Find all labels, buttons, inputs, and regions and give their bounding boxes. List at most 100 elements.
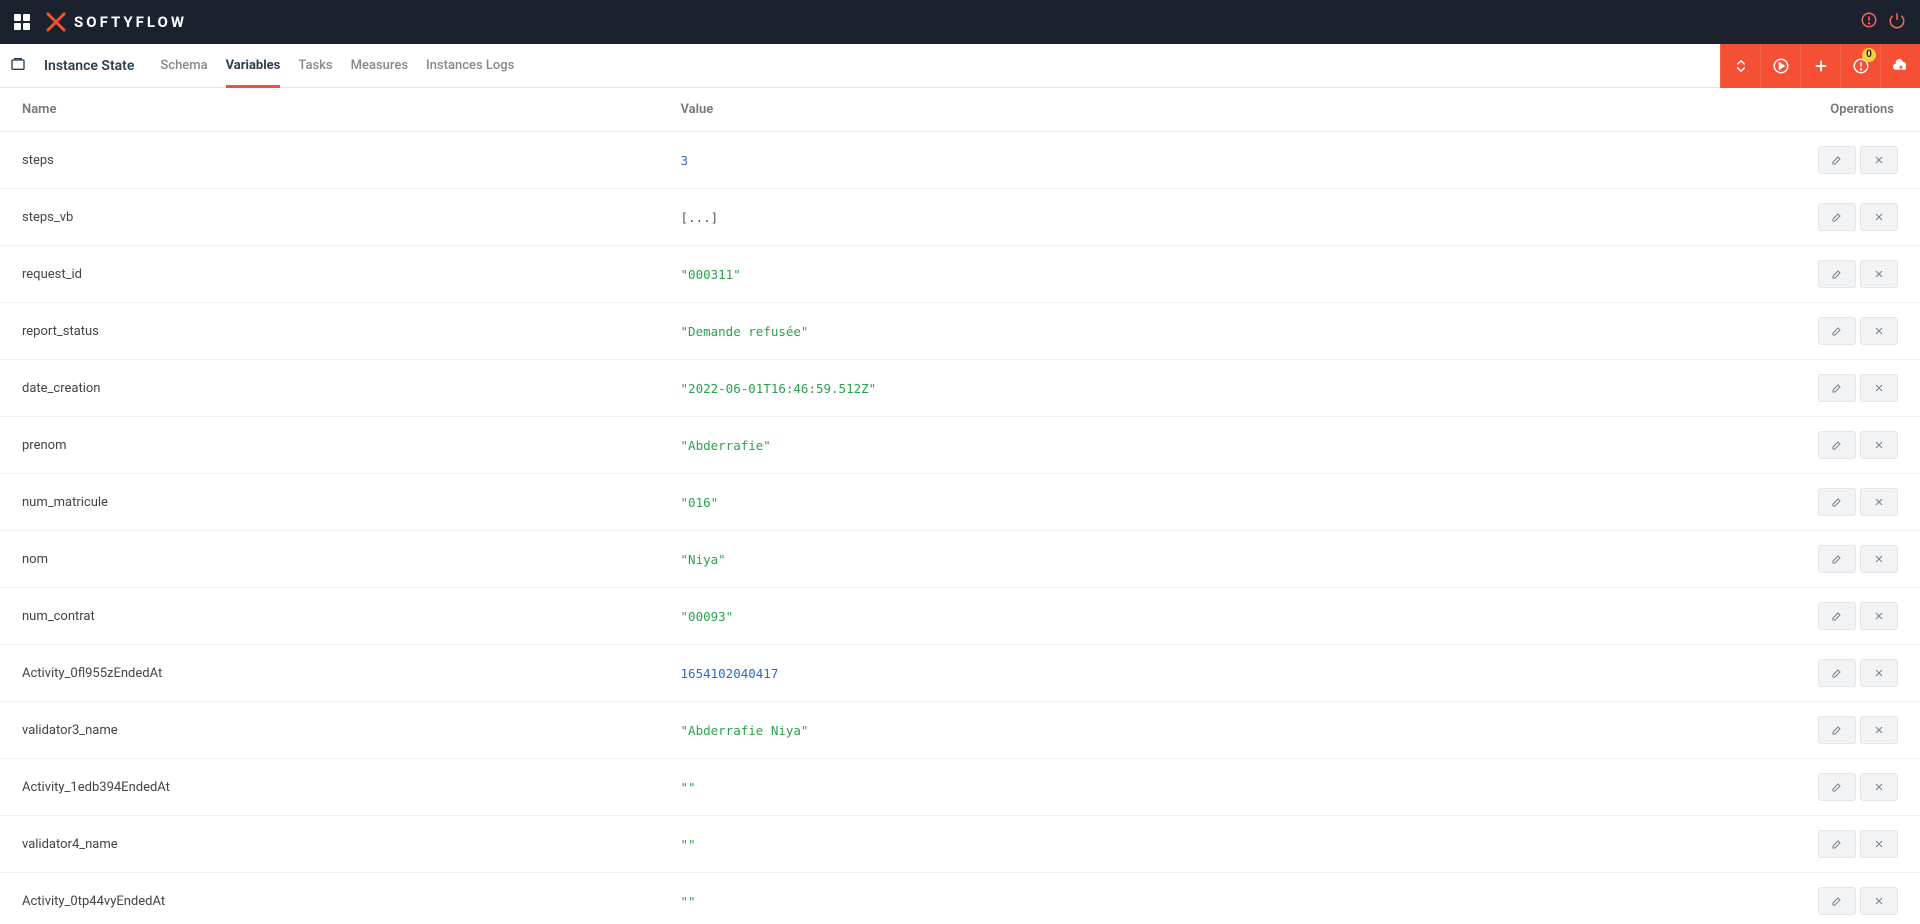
actionbar: 0	[1720, 44, 1920, 88]
variable-value: 1654102040417	[659, 645, 1481, 702]
edit-button[interactable]	[1818, 887, 1856, 915]
secondbar: Instance State Schema Variables Tasks Me…	[0, 44, 1920, 88]
errors-button[interactable]: 0	[1840, 44, 1880, 88]
tab-schema[interactable]: Schema	[160, 44, 207, 87]
add-button[interactable]	[1800, 44, 1840, 88]
variable-name: Activity_0fl955zEndedAt	[0, 645, 659, 702]
table-row: request_id"000311"	[0, 246, 1920, 303]
variable-name: report_status	[0, 303, 659, 360]
variable-name: num_matricule	[0, 474, 659, 531]
page-title: Instance State	[44, 58, 134, 74]
table-row: prenom"Abderrafie"	[0, 417, 1920, 474]
delete-button[interactable]	[1860, 602, 1898, 630]
edit-button[interactable]	[1818, 317, 1856, 345]
instance-icon	[10, 56, 26, 76]
variable-name: request_id	[0, 246, 659, 303]
variable-name: steps	[0, 132, 659, 189]
edit-button[interactable]	[1818, 203, 1856, 231]
edit-button[interactable]	[1818, 545, 1856, 573]
variable-value: [...]	[659, 189, 1481, 246]
tabs: Schema Variables Tasks Measures Instance…	[160, 44, 514, 87]
row-operations	[1481, 474, 1920, 531]
edit-button[interactable]	[1818, 830, 1856, 858]
delete-button[interactable]	[1860, 146, 1898, 174]
delete-button[interactable]	[1860, 488, 1898, 516]
edit-button[interactable]	[1818, 260, 1856, 288]
variable-name: nom	[0, 531, 659, 588]
edit-button[interactable]	[1818, 488, 1856, 516]
edit-button[interactable]	[1818, 602, 1856, 630]
errors-badge: 0	[1862, 48, 1876, 62]
variable-name: steps_vb	[0, 189, 659, 246]
variable-name: Activity_0tp44vyEndedAt	[0, 873, 659, 924]
topbar: SOFTYFLOW	[0, 0, 1920, 44]
row-operations	[1481, 189, 1920, 246]
delete-button[interactable]	[1860, 887, 1898, 915]
table-row: steps3	[0, 132, 1920, 189]
tab-tasks[interactable]: Tasks	[298, 44, 332, 87]
tab-measures[interactable]: Measures	[351, 44, 408, 87]
variable-name: validator4_name	[0, 816, 659, 873]
edit-button[interactable]	[1818, 773, 1856, 801]
delete-button[interactable]	[1860, 374, 1898, 402]
variable-value: ""	[659, 816, 1481, 873]
table-row: steps_vb[...]	[0, 189, 1920, 246]
alert-icon[interactable]	[1860, 11, 1878, 33]
tab-instances-logs[interactable]: Instances Logs	[426, 44, 514, 87]
cloud-upload-button[interactable]	[1880, 44, 1920, 88]
logo[interactable]: SOFTYFLOW	[44, 10, 187, 34]
variable-value: "000311"	[659, 246, 1481, 303]
variable-name: Activity_1edb394EndedAt	[0, 759, 659, 816]
topbar-right	[1860, 11, 1906, 33]
variable-value: "Niya"	[659, 531, 1481, 588]
sort-button[interactable]	[1720, 44, 1760, 88]
delete-button[interactable]	[1860, 317, 1898, 345]
row-operations	[1481, 816, 1920, 873]
variable-value: "2022-06-01T16:46:59.512Z"	[659, 360, 1481, 417]
tab-variables[interactable]: Variables	[226, 44, 281, 87]
variable-value: "Demande refusée"	[659, 303, 1481, 360]
delete-button[interactable]	[1860, 830, 1898, 858]
row-operations	[1481, 759, 1920, 816]
row-operations	[1481, 531, 1920, 588]
table-row: Activity_1edb394EndedAt""	[0, 759, 1920, 816]
delete-button[interactable]	[1860, 545, 1898, 573]
delete-button[interactable]	[1860, 203, 1898, 231]
edit-button[interactable]	[1818, 431, 1856, 459]
table-row: Activity_0fl955zEndedAt1654102040417	[0, 645, 1920, 702]
variable-value: "Abderrafie"	[659, 417, 1481, 474]
logo-x-icon	[44, 10, 68, 34]
variable-value: 3	[659, 132, 1481, 189]
table-row: nom"Niya"	[0, 531, 1920, 588]
col-operations: Operations	[1481, 88, 1920, 132]
row-operations	[1481, 417, 1920, 474]
variable-name: prenom	[0, 417, 659, 474]
row-operations	[1481, 246, 1920, 303]
edit-button[interactable]	[1818, 146, 1856, 174]
content-scroll[interactable]: Name Value Operations steps3steps_vb[...…	[0, 88, 1920, 924]
table-row: num_contrat"00093"	[0, 588, 1920, 645]
table-row: num_matricule"016"	[0, 474, 1920, 531]
variable-value: "016"	[659, 474, 1481, 531]
table-row: validator3_name"Abderrafie Niya"	[0, 702, 1920, 759]
variable-value: "Abderrafie Niya"	[659, 702, 1481, 759]
delete-button[interactable]	[1860, 659, 1898, 687]
delete-button[interactable]	[1860, 716, 1898, 744]
table-row: validator4_name""	[0, 816, 1920, 873]
edit-button[interactable]	[1818, 374, 1856, 402]
delete-button[interactable]	[1860, 773, 1898, 801]
col-name: Name	[0, 88, 659, 132]
variable-name: num_contrat	[0, 588, 659, 645]
apps-grid-icon[interactable]	[14, 14, 30, 30]
edit-button[interactable]	[1818, 659, 1856, 687]
secondbar-left: Instance State Schema Variables Tasks Me…	[10, 44, 514, 87]
delete-button[interactable]	[1860, 260, 1898, 288]
edit-button[interactable]	[1818, 716, 1856, 744]
play-button[interactable]	[1760, 44, 1800, 88]
row-operations	[1481, 702, 1920, 759]
delete-button[interactable]	[1860, 431, 1898, 459]
power-icon[interactable]	[1888, 11, 1906, 33]
row-operations	[1481, 873, 1920, 924]
row-operations	[1481, 132, 1920, 189]
variable-name: date_creation	[0, 360, 659, 417]
